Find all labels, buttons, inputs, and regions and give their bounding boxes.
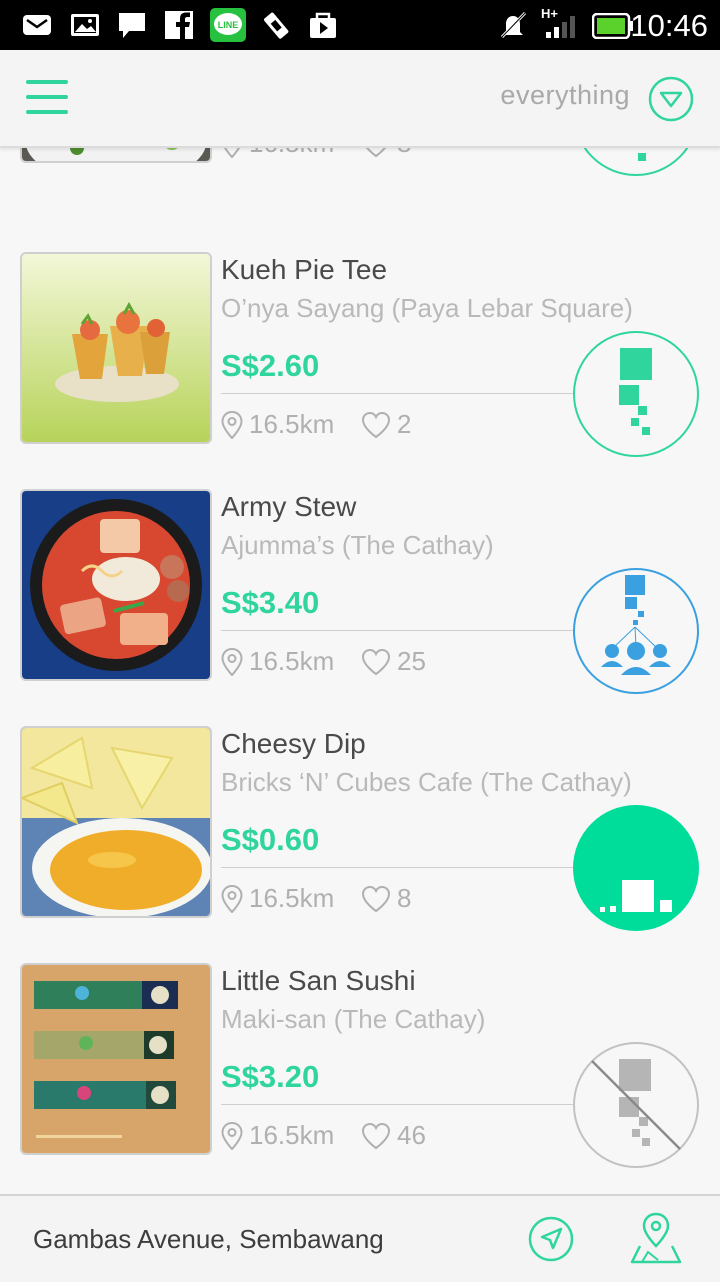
gallery-icon	[71, 14, 99, 36]
group-share-badge-icon[interactable]	[572, 567, 700, 695]
location-pin-icon	[221, 411, 243, 439]
food-thumbnail	[20, 489, 212, 681]
item-place: Maki-san (The Cathay)	[221, 1004, 486, 1034]
hamburger-icon[interactable]	[26, 80, 70, 116]
item-divider	[221, 1104, 573, 1105]
item-name: Little San Sushi	[221, 965, 416, 996]
food-thumbnail	[20, 963, 212, 1155]
list-item[interactable]: Army Stew Ajumma’s (The Cathay) S$3.40 1…	[0, 489, 720, 726]
play-store-icon	[310, 12, 336, 38]
location-pin-icon	[221, 1122, 243, 1150]
item-price: S$3.40	[221, 585, 320, 620]
distance: 16.5km	[249, 646, 335, 676]
item-price: S$3.20	[221, 1059, 320, 1094]
item-price: S$0.60	[221, 822, 320, 857]
item-divider	[221, 867, 573, 868]
signal-strength-icon	[546, 16, 575, 38]
filter-label[interactable]: everything	[500, 80, 630, 111]
heart-icon[interactable]	[361, 148, 391, 158]
list-item[interactable]: Little San Sushi Maki-san (The Cathay) S…	[0, 963, 720, 1194]
item-name: Army Stew	[221, 491, 357, 522]
current-location[interactable]: Gambas Avenue, Sembawang	[33, 1224, 384, 1255]
app-bar: everything	[0, 50, 720, 148]
status-badge-icon[interactable]	[572, 148, 700, 177]
battery-icon	[592, 13, 633, 39]
status-bar: LINE H+ 10:46	[0, 0, 720, 50]
like-count: 8	[397, 883, 412, 913]
heart-icon[interactable]	[361, 885, 391, 913]
chat-icon	[119, 13, 145, 38]
item-price: S$2.60	[221, 348, 320, 383]
mute-icon	[500, 11, 527, 39]
heart-icon[interactable]	[361, 1122, 391, 1150]
location-pin-icon	[221, 885, 243, 913]
bottom-bar: Gambas Avenue, Sembawang	[0, 1194, 720, 1282]
item-name: Cheesy Dip	[221, 728, 366, 759]
heart-icon[interactable]	[361, 648, 391, 676]
food-thumbnail	[20, 252, 212, 444]
list-item[interactable]: 16.5km 3	[0, 148, 720, 208]
like-count: 25	[397, 646, 426, 676]
line-icon: LINE	[210, 8, 246, 42]
signal-app-icon	[264, 12, 289, 39]
chevron-down-circle-icon[interactable]	[648, 76, 694, 122]
facebook-icon	[165, 11, 193, 39]
location-pin-icon	[221, 648, 243, 676]
navigation-arrow-icon[interactable]	[527, 1215, 575, 1263]
filled-blocks-badge-icon[interactable]	[572, 804, 700, 932]
unavailable-badge-icon[interactable]	[572, 1041, 700, 1169]
item-place: O’nya Sayang (Paya Lebar Square)	[221, 293, 633, 323]
item-divider	[221, 630, 573, 631]
item-place: Ajumma’s (The Cathay)	[221, 530, 494, 560]
distance: 16.5km	[249, 409, 335, 439]
mail-icon	[23, 15, 51, 35]
like-count: 3	[397, 148, 411, 159]
location-pin-icon	[224, 148, 240, 158]
distance: 16.5km	[249, 148, 334, 159]
blocks-badge-icon[interactable]	[572, 330, 700, 458]
like-count: 46	[397, 1120, 426, 1150]
food-list: 16.5km 3 Kueh Pie Tee O’nya Sayang (Paya…	[0, 148, 720, 1194]
item-divider	[221, 393, 573, 394]
item-place: Bricks ‘N’ Cubes Cafe (The Cathay)	[221, 767, 632, 797]
clock: 10:46	[630, 8, 708, 43]
food-thumbnail	[20, 148, 212, 163]
item-name: Kueh Pie Tee	[221, 254, 388, 285]
heart-icon[interactable]	[361, 411, 391, 439]
map-pin-icon[interactable]	[628, 1210, 684, 1266]
distance: 16.5km	[249, 1120, 335, 1150]
like-count: 2	[397, 409, 412, 439]
svg-text:LINE: LINE	[218, 20, 239, 30]
food-thumbnail	[20, 726, 212, 918]
distance: 16.5km	[249, 883, 335, 913]
list-item[interactable]: Kueh Pie Tee O’nya Sayang (Paya Lebar Sq…	[0, 252, 720, 489]
list-item[interactable]: Cheesy Dip Bricks ‘N’ Cubes Cafe (The Ca…	[0, 726, 720, 963]
